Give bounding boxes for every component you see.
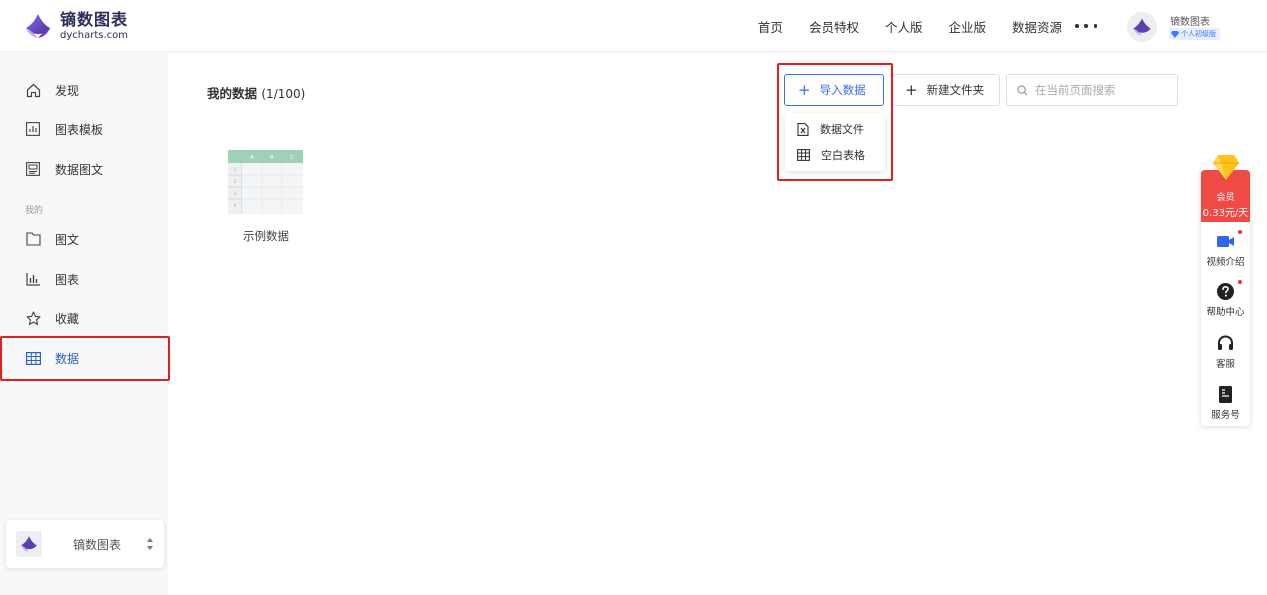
help-icon [1217,283,1234,300]
thumb-col-a: A [250,155,254,161]
thumb-col-b: B [270,155,274,161]
nav-data-resources[interactable]: 数据资源 [1012,17,1062,36]
nav-enterprise[interactable]: 企业版 [948,17,986,36]
search-input[interactable] [1035,83,1175,97]
data-article-icon [25,161,41,177]
sidebar-item-data[interactable]: 数据 [0,338,168,378]
headset-icon [1218,335,1233,350]
menu-item-blank-table[interactable]: 空白表格 [785,142,885,168]
sidebar-item-articles[interactable]: 图文 [0,219,168,259]
thumb-row-3: 3 [234,191,237,197]
user-plan-badge: 个人初级版 [1169,28,1220,40]
brand-name: 镝数图表 [60,9,129,29]
menu-item-label: 空白表格 [821,149,865,162]
notification-dot [1238,230,1242,234]
sidebar: 发现 图表模板 数据图文 我的 图文 图表 收藏 数据 镝数图表 [0,53,170,595]
nav-personal[interactable]: 个人版 [885,17,923,36]
brand-domain: dycharts.com [60,29,129,41]
service-account-label: 服务号 [1211,410,1240,421]
search-box [1006,74,1178,106]
new-folder-button[interactable]: + 新建文件夹 [892,74,1000,106]
nav-home[interactable]: 首页 [758,17,783,36]
logo-icon [26,14,50,38]
avatar[interactable] [1127,12,1157,42]
workspace-avatar [16,531,42,557]
import-data-label: 导入数据 [819,83,866,97]
chart-icon [25,271,41,287]
service-account-icon [1219,386,1232,403]
sidebar-item-label: 数据 [55,351,80,366]
top-header: 镝数图表 dycharts.com 首页 会员特权 个人版 企业版 数据资源 镝… [0,0,1267,52]
sidebar-item-chart-templates[interactable]: 图表模板 [0,109,168,149]
page-title: 我的数据 (1/100) [207,83,305,102]
user-name[interactable]: 镝数图表 [1170,13,1210,28]
menu-item-label: 数据文件 [820,123,864,136]
data-file-name: 示例数据 [243,229,289,243]
sidebar-item-favorites[interactable]: 收藏 [0,298,168,338]
data-count: (1/100) [261,87,306,101]
diamond-icon [1213,155,1239,180]
sidebar-item-discover[interactable]: 发现 [0,70,168,110]
diamond-icon [1171,30,1179,38]
star-icon [25,310,41,326]
workspace-name: 镝数图表 [73,537,122,552]
more-icon[interactable] [1075,18,1097,34]
plus-icon: + [798,80,811,99]
vip-promo-button[interactable]: 会员 0.33元/天 [1201,155,1250,222]
sidebar-item-label: 图表 [55,272,80,287]
thumb-col-c: C [290,155,294,161]
thumb-row-2: 2 [234,179,237,185]
thumb-row-4: 4 [234,203,237,209]
sidebar-item-label: 数据图文 [55,162,104,177]
video-intro-button[interactable]: 视频介绍 [1201,224,1250,274]
video-intro-label: 视频介绍 [1206,257,1245,268]
home-icon [25,82,41,98]
page-title-text: 我的数据 [207,86,258,101]
sidebar-item-label: 发现 [55,83,80,98]
spreadsheet-thumbnail: A B C 1 2 3 4 [228,150,303,214]
new-folder-label: 新建文件夹 [926,83,985,97]
sidebar-item-label: 图表模板 [55,122,104,137]
import-data-button[interactable]: + 导入数据 [784,74,884,106]
switch-arrows-icon [147,538,153,550]
thumb-row-1: 1 [234,167,237,173]
help-center-button[interactable]: 帮助中心 [1201,274,1250,324]
sidebar-section-mine: 我的 [25,206,44,216]
service-account-button[interactable]: 服务号 [1201,377,1250,427]
brand-logo[interactable]: 镝数图表 dycharts.com [24,10,128,42]
import-dropdown-menu: 数据文件 空白表格 [785,113,885,171]
top-nav: 首页 会员特权 个人版 企业版 数据资源 [758,0,1062,52]
customer-service-button[interactable]: 客服 [1201,326,1250,376]
help-center-label: 帮助中心 [1206,307,1245,318]
workspace-switcher[interactable]: 镝数图表 [6,520,164,568]
table-icon [25,350,41,366]
chart-template-icon [25,121,41,137]
sidebar-item-data-articles[interactable]: 数据图文 [0,149,168,189]
data-file-card[interactable]: A B C 1 2 3 4 示例数据 [222,144,310,244]
sidebar-item-charts[interactable]: 图表 [0,259,168,299]
vip-label: 会员 [1216,193,1235,203]
excel-file-icon [797,122,809,136]
user-plan-label: 个人初级版 [1181,30,1216,38]
blank-table-icon [797,149,810,161]
workspace-logo-icon [21,536,37,552]
sidebar-item-label: 图文 [55,232,80,247]
sidebar-item-label: 收藏 [55,311,80,326]
menu-item-data-file[interactable]: 数据文件 [785,116,885,142]
avatar-logo-icon [1133,18,1151,36]
nav-vip-privileges[interactable]: 会员特权 [809,17,859,36]
article-icon [25,231,41,247]
notification-dot [1238,280,1242,284]
video-icon [1217,236,1234,247]
floating-toolbar: 会员 0.33元/天 视频介绍 帮助中心 客服 服务号 [1201,155,1250,427]
customer-service-label: 客服 [1215,359,1235,370]
search-icon [1017,84,1028,95]
plus-icon: + [905,80,918,99]
vip-price: 0.33元/天 [1202,208,1249,219]
